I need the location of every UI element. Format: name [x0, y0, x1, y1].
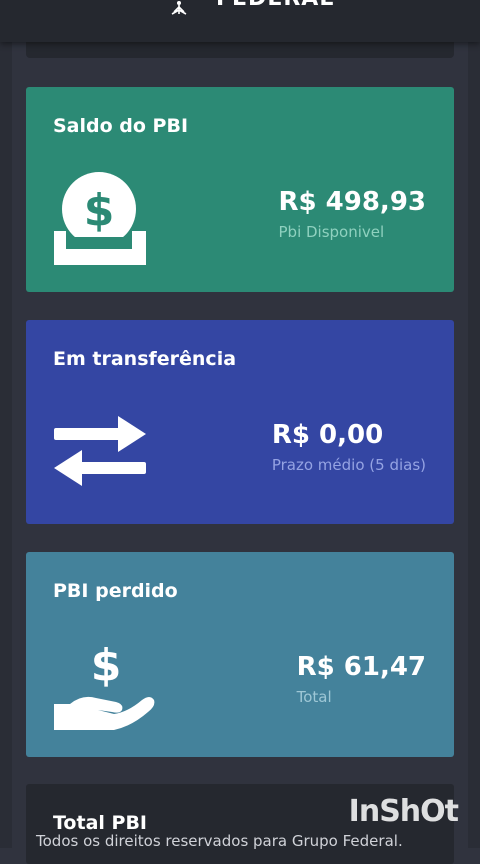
- right-edge-strip: [468, 0, 480, 848]
- transfer-value-block: R$ 0,00 Prazo médio (5 dias): [272, 420, 426, 474]
- transfer-card: Em transferência R$ 0,00 Prazo médio (5 …: [26, 320, 454, 524]
- inshot-watermark: InShOt: [348, 794, 459, 829]
- svg-text:$: $: [84, 185, 115, 236]
- federal-logo-icon: [166, 0, 192, 16]
- footer-copyright: Todos os direitos reservados para Grupo …: [36, 832, 403, 850]
- transfer-arrows-icon: [52, 414, 148, 494]
- hand-money-icon: $: [52, 640, 156, 738]
- saldo-value-block: R$ 498,93 Pbi Disponivel: [279, 187, 427, 241]
- money-deposit-icon: $: [52, 171, 148, 271]
- brand-title: FEDERAL: [216, 0, 334, 11]
- saldo-caption: Pbi Disponivel: [278, 223, 385, 241]
- saldo-value: R$ 498,93: [278, 187, 427, 217]
- svg-text:$: $: [91, 640, 122, 691]
- saldo-card: Saldo do PBI $ R$ 498,93 Pbi Disponivel: [26, 87, 454, 292]
- left-edge-strip: [0, 0, 12, 848]
- perdido-card: PBI perdido $ R$ 61,47 Total: [26, 552, 454, 757]
- transfer-card-title: Em transferência: [53, 348, 237, 370]
- perdido-caption: Total: [296, 688, 332, 706]
- saldo-card-title: Saldo do PBI: [53, 115, 189, 137]
- perdido-card-title: PBI perdido: [53, 580, 178, 602]
- transfer-caption: Prazo médio (5 dias): [271, 456, 426, 474]
- transfer-value: R$ 0,00: [271, 420, 384, 450]
- perdido-value-block: R$ 61,47 Total: [297, 652, 426, 706]
- app-header: FEDERAL: [0, 0, 480, 42]
- hamburger-menu-icon[interactable]: [22, 0, 44, 4]
- perdido-value: R$ 61,47: [296, 652, 426, 682]
- total-pbi-title: Total PBI: [53, 812, 147, 834]
